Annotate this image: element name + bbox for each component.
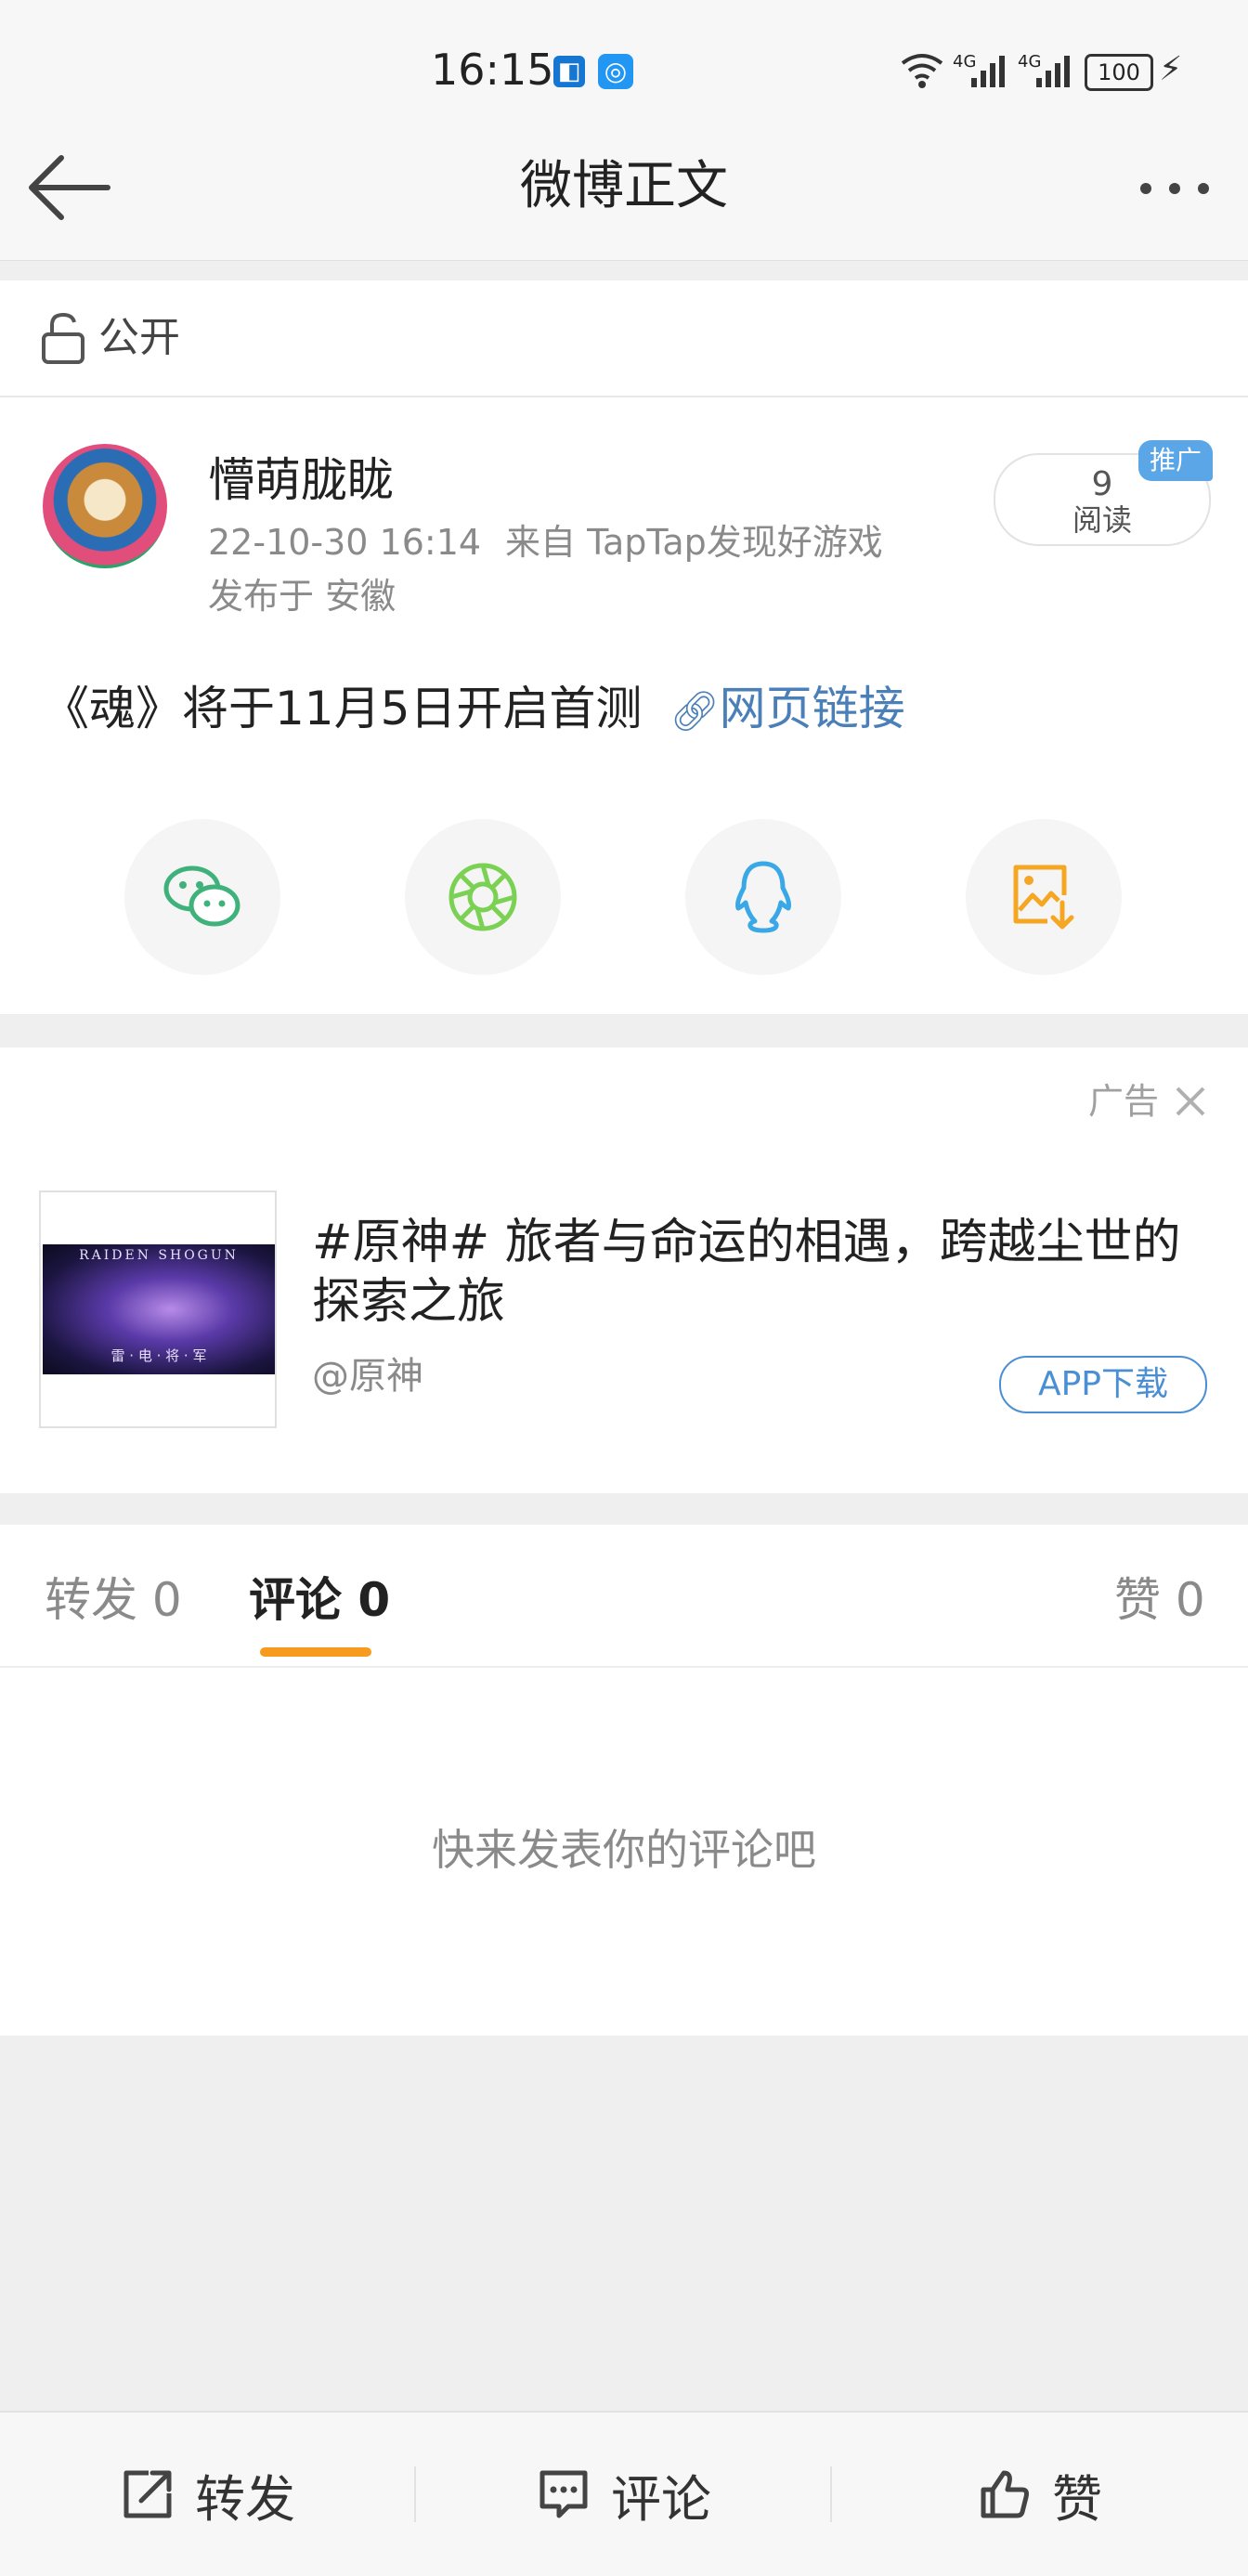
comment-label: 评论 <box>611 2469 711 2529</box>
search-app-icon: ◎ <box>598 54 633 89</box>
ad-artwork: RAIDEN SHOGUN 雷 · 电 · 将 · 军 <box>43 1244 275 1374</box>
read-label: 阅读 <box>1072 502 1132 538</box>
promo-badge: 推广 <box>1138 440 1213 481</box>
app-download-button[interactable]: APP下载 <box>999 1356 1207 1413</box>
link-icon: 🔗︎ <box>670 688 720 734</box>
wechat-icon <box>163 865 240 927</box>
post-source[interactable]: 来自 TapTap发现好游戏 <box>505 518 883 566</box>
network-type-label: 4G <box>953 52 977 72</box>
ad-title[interactable]: #原神# 旅者与命运的相遇，跨越尘世的探索之旅 <box>312 1213 1194 1332</box>
ad-close-icon[interactable] <box>1172 1083 1209 1124</box>
page-title: 微博正文 <box>520 156 728 216</box>
thumbs-up-icon <box>981 2470 1029 2518</box>
tab-like[interactable]: 赞 0 <box>1114 1568 1205 1633</box>
repost-icon <box>124 2470 172 2518</box>
battery-level: 100 <box>1098 59 1140 85</box>
like-label: 赞 <box>1052 2469 1102 2529</box>
ad-art-subtitle: 雷 · 电 · 将 · 军 <box>110 1347 207 1364</box>
ad-thumbnail[interactable]: RAIDEN SHOGUN 雷 · 电 · 将 · 军 <box>39 1190 277 1428</box>
wifi-icon <box>899 50 945 93</box>
save-image-button[interactable] <box>966 819 1122 975</box>
ad-card: 广告 RAIDEN SHOGUN 雷 · 电 · 将 · 军 #原神# 旅者与命… <box>0 1047 1248 1493</box>
charging-icon: ⚡ <box>1159 50 1183 88</box>
post-text: 《魂》将于11月5日开启首测 <box>43 682 643 735</box>
web-link[interactable]: 🔗︎网页链接 <box>670 682 904 735</box>
qq-icon <box>735 861 791 933</box>
bottom-action-bar: 转发 评论 赞 <box>0 2411 1248 2576</box>
more-dots-icon <box>1140 183 1209 194</box>
tab-repost[interactable]: 转发 0 <box>45 1568 182 1633</box>
ad-account[interactable]: @原神 <box>312 1350 423 1402</box>
visibility-row: 公开 <box>0 280 1248 396</box>
comment-icon <box>540 2470 588 2518</box>
share-moments-button[interactable] <box>405 819 561 975</box>
empty-comment-hint: 快来发表你的评论吧 <box>432 1825 816 1875</box>
ad-label: 广告 <box>1088 1081 1160 1122</box>
active-tab-indicator <box>260 1647 371 1657</box>
more-options-button[interactable] <box>1135 175 1215 202</box>
signal-icon: 4G <box>953 52 1010 93</box>
comment-button[interactable]: 评论 <box>416 2413 832 2576</box>
post-content: 《魂》将于11月5日开启首测 🔗︎网页链接 <box>43 676 905 744</box>
share-qq-button[interactable] <box>685 819 841 975</box>
status-time: 16:15 <box>431 45 554 95</box>
signal-icon: 4G <box>1018 52 1075 93</box>
post-card: 懵萌胧眬 22-10-30 16:14 来自 TapTap发现好游戏 发布于 安… <box>0 397 1248 1014</box>
save-image-icon <box>1013 865 1074 930</box>
moments-icon <box>448 863 517 931</box>
weibo-app-icon: ◧ <box>553 56 585 87</box>
share-wechat-button[interactable] <box>124 819 280 975</box>
comments-area: 快来发表你的评论吧 <box>0 1668 1248 2036</box>
like-button[interactable]: 赞 <box>832 2413 1248 2576</box>
avatar[interactable] <box>43 444 167 568</box>
tab-comment[interactable]: 评论 0 <box>249 1568 390 1633</box>
repost-label: 转发 <box>195 2469 295 2529</box>
interaction-tabs: 转发 0 评论 0 赞 0 <box>0 1525 1248 1668</box>
network-type-label: 4G <box>1018 52 1042 72</box>
username[interactable]: 懵萌胧眬 <box>208 448 394 513</box>
post-location: 发布于 安徽 <box>208 576 396 617</box>
ad-art-title: RAIDEN SHOGUN <box>79 1248 239 1263</box>
battery-icon: 100 <box>1085 54 1153 91</box>
link-text[interactable]: 网页链接 <box>720 682 905 735</box>
post-time: 22-10-30 16:14 <box>208 522 482 563</box>
repost-button[interactable]: 转发 <box>0 2413 416 2576</box>
unlock-icon <box>41 312 89 368</box>
status-bar: 16:15 ◧ ◎ 4G 4G 100 ⚡ <box>0 0 1248 139</box>
visibility-label: 公开 <box>98 314 180 361</box>
